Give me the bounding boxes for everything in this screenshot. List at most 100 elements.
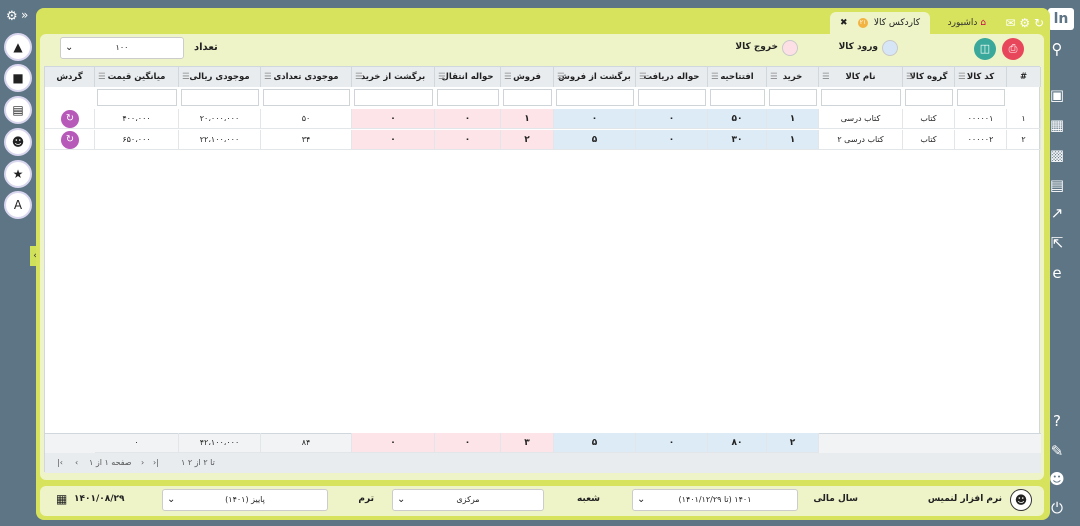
turnover-cycle-icon[interactable]: ↻	[61, 131, 79, 149]
cell-sale: ۲	[501, 130, 554, 150]
col-header-return-sale[interactable]: ☰ برگشت از فروش	[554, 67, 636, 87]
cell-return-buy: ۰	[352, 130, 435, 150]
term-label: ترم	[358, 494, 374, 504]
branch-label: شعبه	[576, 494, 600, 504]
cell-group: کتاب	[903, 109, 955, 129]
col-header-buy[interactable]: ☰ خرید	[767, 67, 819, 87]
cell-index: ۲	[1007, 130, 1041, 150]
filter-amount[interactable]	[181, 89, 259, 106]
total-transfer: ۰	[435, 433, 501, 453]
cell-buy: ۱	[767, 130, 819, 150]
pager-next-icon[interactable]: ›	[141, 453, 144, 473]
col-header-code[interactable]: ☰ کد کالا	[955, 67, 1007, 87]
app-icon-people[interactable]: ☻	[4, 128, 32, 156]
filter-qty[interactable]	[263, 89, 350, 106]
col-header-qty[interactable]: ☰ موجودی تعدادی	[261, 67, 352, 87]
tab-label: کاردکس کالا	[873, 18, 920, 28]
calendar-icon[interactable]: ▦	[56, 492, 67, 506]
col-header-avg[interactable]: ☰ میانگین قیمت	[95, 67, 179, 87]
cell-return-sale: ۵	[554, 130, 636, 150]
filter-sale[interactable]	[503, 89, 552, 106]
tab-dashboard[interactable]: داشبورد ⌂	[930, 12, 990, 34]
filter-name[interactable]	[821, 89, 901, 106]
pager-first-icon[interactable]: |‹	[57, 453, 63, 473]
fiscal-year-label: سال مالی	[813, 494, 858, 504]
cell-code: ۰۰۰۰۰۲	[955, 130, 1007, 150]
count-label: تعداد	[194, 42, 218, 53]
cell-return-sale: ۰	[554, 109, 636, 129]
cell-name: کتاب درسی ۲	[819, 130, 903, 150]
exit-radio[interactable]	[782, 40, 798, 56]
kardex-grid: # ☰ کد کالا ☰ گروه کالا ☰ نام کالا ☰ خرید ☰ ا…	[44, 66, 1041, 473]
col-header-return-buy[interactable]: ☰ برگشت از خرید	[352, 67, 435, 87]
settings-icon[interactable]: ⚙	[1019, 16, 1030, 30]
gear-icon[interactable]: ⚙	[6, 9, 18, 24]
col-header-opening[interactable]: ☰ افتتاحیه	[708, 67, 767, 87]
cell-receive: ۰	[636, 130, 708, 150]
current-date: ۱۴۰۱/۰۸/۲۹	[74, 494, 125, 504]
app-icon-graduate[interactable]: ★	[4, 160, 32, 188]
cell-qty: ۳۴	[261, 130, 352, 150]
filter-return-buy[interactable]	[354, 89, 433, 106]
close-icon[interactable]: ✖	[840, 12, 848, 34]
cell-amount: ۲۲،۱۰۰،۰۰۰	[179, 130, 261, 150]
col-header-amount[interactable]: ☰ موجودی ریالی	[179, 67, 261, 87]
app-icon-1[interactable]: ▲	[4, 33, 32, 61]
col-header-transfer[interactable]: ☰ حواله انتقال	[435, 67, 501, 87]
col-header-receive[interactable]: ☰ حواله دریافت	[636, 67, 708, 87]
total-qty: ۸۴	[261, 433, 352, 453]
total-avg: ۰	[95, 433, 179, 453]
filter-buy[interactable]	[769, 89, 817, 106]
branch-select[interactable]: ⌄ مرکزی	[392, 489, 544, 511]
avatar[interactable]: ☻	[1010, 489, 1032, 511]
app-icon-2[interactable]: ■	[4, 64, 32, 92]
tab-kardex[interactable]: ✖ ۲۱ کاردکس کالا	[830, 12, 930, 34]
chat-icon[interactable]: ✉	[1005, 16, 1015, 30]
col-header-group[interactable]: ☰ گروه کالا	[903, 67, 955, 87]
filter-return-sale[interactable]	[556, 89, 634, 106]
turnover-cycle-icon[interactable]: ↻	[61, 110, 79, 128]
cell-opening: ۵۰	[708, 109, 767, 129]
filter-receive[interactable]	[638, 89, 706, 106]
col-header-turnover: گردش	[45, 67, 95, 87]
filter-avg[interactable]	[97, 89, 177, 106]
app-icon-books[interactable]: ▤	[4, 96, 32, 124]
col-header-name[interactable]: ☰ نام کالا	[819, 67, 903, 87]
cell-transfer: ۰	[435, 130, 501, 150]
total-return-buy: ۰	[352, 433, 435, 453]
main-panel: ✖ ۲۱ کاردکس کالا داشبورد ⌂ ✉ ⚙ ↻ ⎙ ◫ ورو…	[36, 8, 1050, 520]
cell-avg: ۴۰۰،۰۰۰	[95, 109, 179, 129]
cell-index: ۱	[1007, 109, 1041, 129]
tab-badge: ۲۱	[858, 18, 868, 28]
col-header-sale[interactable]: ☰ فروش	[501, 67, 554, 87]
cell-receive: ۰	[636, 109, 708, 129]
chevron-down-icon: ⌄	[637, 494, 646, 505]
double-chevron-icon[interactable]: »	[21, 8, 28, 22]
cell-return-buy: ۰	[352, 109, 435, 129]
refresh-icon[interactable]: ↻	[1034, 16, 1044, 30]
home-icon: ⌂	[980, 18, 986, 28]
total-return-sale: ۵	[554, 433, 636, 453]
pager-prev-icon[interactable]: ‹	[75, 453, 78, 473]
fiscal-year-value: (تا ۱۴۰۱/۱۲/۲۹) ۱۴۰۱	[678, 495, 752, 504]
filter-opening[interactable]	[710, 89, 765, 106]
filter-code[interactable]	[957, 89, 1005, 106]
filter-group[interactable]	[905, 89, 953, 106]
cell-opening: ۳۰	[708, 130, 767, 150]
pager-page: صفحه ۱ از ۱	[89, 458, 132, 467]
entry-radio[interactable]	[882, 40, 898, 56]
filter-transfer[interactable]	[437, 89, 499, 106]
app-icon-abc[interactable]: A	[4, 191, 32, 219]
print-button[interactable]: ⎙	[1002, 38, 1024, 60]
term-select[interactable]: ⌄ پاییز (۱۴۰۱)	[162, 489, 328, 511]
chevron-down-icon: ⌄	[65, 42, 74, 53]
count-select[interactable]: ⌄ ۱۰۰	[60, 37, 184, 59]
chevron-down-icon: ⌄	[397, 494, 406, 505]
fiscal-year-select[interactable]: ⌄ (تا ۱۴۰۱/۱۲/۲۹) ۱۴۰۱	[632, 489, 798, 511]
total-opening: ۸۰	[708, 433, 767, 453]
pager-last-icon[interactable]: ›|	[153, 453, 159, 473]
total-amount: ۴۲،۱۰۰،۰۰۰	[179, 433, 261, 453]
cell-amount: ۲۰،۰۰۰،۰۰۰	[179, 109, 261, 129]
cell-group: کتاب	[903, 130, 955, 150]
export-excel-button[interactable]: ◫	[974, 38, 996, 60]
